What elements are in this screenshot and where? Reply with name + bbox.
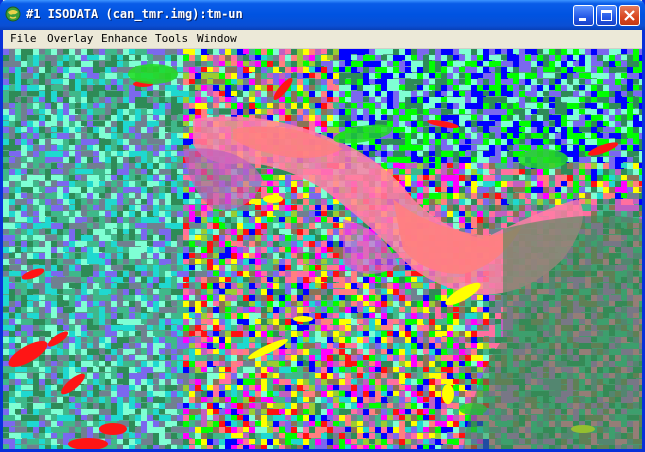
minimize-icon	[579, 18, 586, 21]
menu-overlay[interactable]: Overlay	[47, 32, 93, 45]
classified-image-canvas[interactable]	[3, 49, 642, 449]
image-viewer-window: #1 ISODATA (can_tmr.img):tm-un File Over…	[0, 0, 645, 452]
globe-icon	[5, 6, 21, 22]
minimize-button[interactable]	[573, 5, 594, 26]
menu-bar: File Overlay Enhance Tools Window	[3, 30, 642, 49]
maximize-icon	[601, 10, 612, 21]
close-icon	[624, 10, 635, 21]
title-bar[interactable]: #1 ISODATA (can_tmr.img):tm-un	[0, 0, 645, 30]
window-title: #1 ISODATA (can_tmr.img):tm-un	[26, 7, 243, 21]
maximize-button[interactable]	[596, 5, 617, 26]
menu-tools[interactable]: Tools	[155, 32, 188, 45]
menu-enhance[interactable]: Enhance	[101, 32, 147, 45]
classified-raster-image[interactable]	[3, 49, 642, 449]
menu-window[interactable]: Window	[197, 32, 237, 45]
menu-file[interactable]: File	[10, 32, 37, 45]
close-button[interactable]	[619, 5, 640, 26]
